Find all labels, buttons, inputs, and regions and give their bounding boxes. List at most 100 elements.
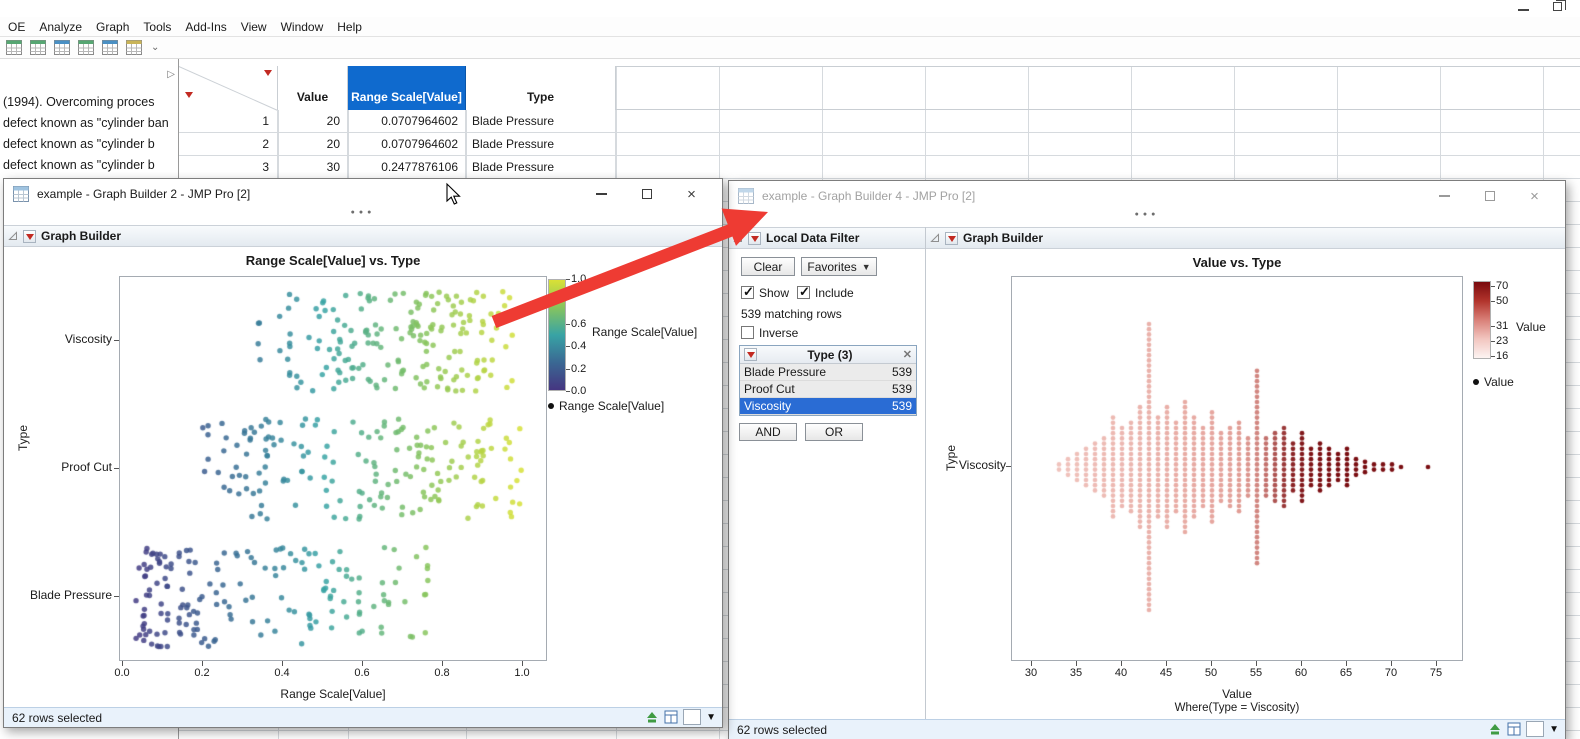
menu-item-add-ins[interactable]: Add-Ins <box>178 18 233 36</box>
x-tick-label: 75 <box>1429 667 1443 679</box>
chart1-plot-area[interactable] <box>119 276 547 661</box>
filter-item-label: Blade Pressure <box>744 365 827 379</box>
chart2-legend-point-item: Value <box>1473 375 1514 389</box>
drag-handle-dots[interactable]: ●●● <box>4 209 722 225</box>
annotate-icon[interactable] <box>125 39 143 56</box>
inverse-checkbox[interactable]: Inverse <box>741 325 798 340</box>
selection-box-icon[interactable] <box>1526 721 1545 737</box>
window2-minimize-button[interactable] <box>1422 181 1467 211</box>
x-tick-mark <box>1166 661 1167 666</box>
legend-tick-mark <box>1491 286 1495 287</box>
clear-button[interactable]: Clear <box>741 257 795 276</box>
window1-titlebar[interactable]: example - Graph Builder 2 - JMP Pro [2] … <box>4 179 722 209</box>
window-graph-builder-4[interactable]: example - Graph Builder 4 - JMP Pro [2] … <box>728 180 1566 739</box>
red-triangle-menu-icon[interactable] <box>945 231 958 245</box>
filter-item-proof-cut[interactable]: Proof Cut 539 <box>740 381 916 398</box>
menu-item-oe[interactable]: OE <box>1 18 32 36</box>
new-data-table-icon[interactable] <box>5 39 23 56</box>
script-icon[interactable] <box>101 39 119 56</box>
minimize-icon[interactable] <box>1518 8 1529 11</box>
window2-titlebar[interactable]: example - Graph Builder 4 - JMP Pro [2] … <box>729 181 1565 211</box>
chart2-plot-area[interactable] <box>1011 276 1463 661</box>
menu-item-tools[interactable]: Tools <box>136 18 178 36</box>
red-triangle-menu-icon[interactable] <box>748 231 761 245</box>
drag-handle-dots[interactable]: ●●● <box>729 211 1565 227</box>
filter-item-blade-pressure[interactable]: Blade Pressure 539 <box>740 364 916 381</box>
type-cell: Blade Pressure <box>466 133 616 156</box>
toolbar-overflow-icon[interactable]: ⌄ <box>151 42 159 53</box>
rows-selected-text: 62 rows selected <box>737 722 828 737</box>
legend-tick-mark <box>1491 341 1495 342</box>
red-triangle-menu-icon[interactable] <box>744 348 757 361</box>
table-row[interactable]: 2 20 0.0707964602 Blade Pressure <box>179 133 1580 156</box>
disclosure-triangle-icon[interactable] <box>8 231 18 241</box>
favorites-button[interactable]: Favorites ▼ <box>801 257 877 276</box>
scroll-to-top-icon[interactable] <box>645 710 659 724</box>
filter-title: Local Data Filter <box>766 231 860 245</box>
disclosure-triangle-icon[interactable] <box>930 233 940 243</box>
window2-close-button[interactable]: × <box>1512 181 1557 211</box>
filter-item-viscosity[interactable]: Viscosity 539 <box>740 398 916 415</box>
x-tick-mark <box>1391 661 1392 666</box>
chart1-color-gradient-legend[interactable] <box>548 279 566 391</box>
rows-menu-icon[interactable] <box>185 92 193 98</box>
menu-item-window[interactable]: Window <box>274 18 331 36</box>
x-tick-label: 60 <box>1294 667 1308 679</box>
x-tick-mark <box>442 661 443 666</box>
or-button[interactable]: OR <box>805 423 863 441</box>
selection-box-icon[interactable] <box>683 709 702 725</box>
column-header-type[interactable]: Type <box>466 66 616 110</box>
window2-maximize-button[interactable] <box>1467 181 1512 211</box>
summary-table-icon[interactable] <box>53 39 71 56</box>
table-row[interactable]: 3 30 0.2477876106 Blade Pressure <box>179 156 1580 179</box>
filter-group-header[interactable]: Type (3) ✕ <box>740 346 916 364</box>
restore-icon[interactable] <box>1553 0 1566 11</box>
columns-menu-icon[interactable] <box>264 70 272 76</box>
window-grid-icon[interactable] <box>1507 722 1521 736</box>
local-data-filter-header[interactable]: Local Data Filter <box>729 227 925 249</box>
chart2-title: Value vs. Type <box>1192 255 1282 270</box>
graph-builder-header[interactable]: Graph Builder <box>4 225 722 247</box>
window-graph-builder-2[interactable]: example - Graph Builder 2 - JMP Pro [2] … <box>3 178 723 728</box>
window-grid-icon[interactable] <box>664 710 678 724</box>
graph-builder-header[interactable]: Graph Builder <box>926 227 1565 249</box>
column-header-value[interactable]: Value <box>278 66 348 110</box>
pane-collapse-icon[interactable]: ▷ <box>167 69 175 80</box>
x-tick-label: 55 <box>1249 667 1263 679</box>
document-list-item: defect known as "cylinder b <box>3 158 155 172</box>
graph-builder-panel-2: Graph Builder Value vs. Type Type Value … <box>926 227 1565 719</box>
checkbox-unchecked-icon[interactable] <box>741 326 754 339</box>
row-number-cell: 1 <box>179 110 278 133</box>
statusbar-dropdown-icon[interactable]: ▼ <box>706 712 716 723</box>
legend-tick-mark <box>566 391 570 392</box>
chart2-color-gradient-legend[interactable] <box>1473 281 1491 359</box>
window1-close-button[interactable]: × <box>669 179 714 209</box>
open-table-icon[interactable] <box>29 39 47 56</box>
red-triangle-menu-icon[interactable] <box>23 229 36 243</box>
menu-item-graph[interactable]: Graph <box>89 18 136 36</box>
filter-item-count: 539 <box>891 365 912 379</box>
legend-tick-label: 0.0 <box>571 385 587 397</box>
include-checkbox[interactable]: Include <box>797 284 854 300</box>
menu-item-help[interactable]: Help <box>330 18 369 36</box>
window1-maximize-button[interactable] <box>624 179 669 209</box>
table-corner-cell[interactable] <box>179 66 278 111</box>
scroll-to-top-icon[interactable] <box>1488 722 1502 736</box>
disclosure-triangle-icon[interactable] <box>733 233 743 243</box>
table-row[interactable]: 1 20 0.0707964602 Blade Pressure <box>179 110 1580 133</box>
column-header-range-scale[interactable]: Range Scale[Value] <box>348 66 466 110</box>
formula-icon[interactable] <box>77 39 95 56</box>
menu-item-view[interactable]: View <box>234 18 274 36</box>
chart1-x-axis-label: Range Scale[Value] <box>280 687 386 701</box>
and-button[interactable]: AND <box>739 423 797 441</box>
show-checkbox[interactable]: Show <box>741 284 789 300</box>
close-icon[interactable]: ✕ <box>903 348 912 361</box>
window1-minimize-button[interactable] <box>579 179 624 209</box>
statusbar-dropdown-icon[interactable]: ▼ <box>1549 724 1559 735</box>
checkbox-checked-icon[interactable] <box>797 284 810 300</box>
menu-item-analyze[interactable]: Analyze <box>32 18 89 36</box>
checkbox-checked-icon[interactable] <box>741 284 754 300</box>
y-category-label: Proof Cut <box>61 460 112 474</box>
window2-statusbar: 62 rows selected ▼ <box>729 719 1565 739</box>
y-category-label: Viscosity <box>958 458 1006 472</box>
